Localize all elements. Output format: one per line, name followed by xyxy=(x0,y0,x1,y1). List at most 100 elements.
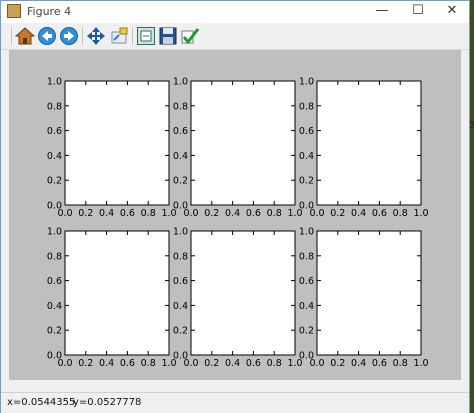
axes-panel-3 xyxy=(316,80,422,206)
zoom-button[interactable] xyxy=(109,26,129,46)
figure-window: Figure 4 — ☐ ✕ 0.0 0.2 0.4 0.6 0.8 1.0 0… xyxy=(0,0,470,413)
x-tick-label: 1.0 xyxy=(413,358,428,369)
y-tick-label: 0.8 xyxy=(173,251,188,262)
y-tick-label: 0.8 xyxy=(299,101,314,112)
y-tick-label: 0.8 xyxy=(47,251,62,262)
home-button[interactable] xyxy=(14,26,36,46)
y-tick-label: 1.0 xyxy=(173,227,188,238)
y-tick-label: 0.6 xyxy=(299,276,314,287)
y-tick-label: 0.4 xyxy=(299,151,314,162)
y-tick-label: 0.2 xyxy=(173,176,188,187)
y-tick-label: 0.6 xyxy=(299,126,314,137)
save-button[interactable] xyxy=(158,26,178,46)
minimize-button[interactable]: — xyxy=(365,1,399,23)
maximize-button[interactable]: ☐ xyxy=(401,1,435,23)
y-tick-label: 1.0 xyxy=(299,77,314,88)
status-bar: x=0.0544355 y=0.0527778 xyxy=(1,392,469,413)
zoom-rect-icon xyxy=(111,27,128,44)
x-tick-label: 0.2 xyxy=(204,358,219,369)
x-tick-label: 0.4 xyxy=(351,358,366,369)
x-tick-label: 1.0 xyxy=(413,208,428,219)
background-window-edge-text: 3 xyxy=(469,120,474,131)
cursor-x-readout: x=0.0544355 xyxy=(7,397,76,408)
y-tick-label: 0.6 xyxy=(47,126,62,137)
x-tick-label: 0.4 xyxy=(99,358,114,369)
toolbar-grip xyxy=(11,27,12,45)
y-tick-label: 0.0 xyxy=(299,201,314,212)
x-tick-label: 0.2 xyxy=(78,358,93,369)
y-tick-label: 1.0 xyxy=(47,227,62,238)
y-tick-label: 0.2 xyxy=(299,326,314,337)
x-tick-label: 0.2 xyxy=(330,358,345,369)
x-tick-label: 0.2 xyxy=(78,208,93,219)
y-tick-label: 0.0 xyxy=(173,201,188,212)
figure-canvas[interactable]: 0.0 0.2 0.4 0.6 0.8 1.0 0.0 0.2 0.4 0.6 0.8 1.0 0.0 0… xyxy=(9,50,461,380)
x-tick-label: 0.6 xyxy=(120,208,135,219)
x-tick-label: 0.6 xyxy=(372,208,387,219)
floppy-disk-icon xyxy=(159,27,177,45)
x-tick-label: 0.2 xyxy=(204,208,219,219)
title-bar[interactable]: Figure 4 — ☐ ✕ xyxy=(1,1,469,23)
y-tick-label: 0.8 xyxy=(47,101,62,112)
y-tick-label: 1.0 xyxy=(299,227,314,238)
y-tick-label: 0.2 xyxy=(47,326,62,337)
y-tick-label: 0.6 xyxy=(173,126,188,137)
cursor-y-readout: y=0.0527778 xyxy=(73,397,142,408)
x-tick-label: 0.8 xyxy=(393,208,408,219)
axes-panel-1 xyxy=(64,80,170,206)
forward-button[interactable] xyxy=(59,26,79,46)
x-tick-label: 0.8 xyxy=(141,358,156,369)
close-button[interactable]: ✕ xyxy=(435,1,469,23)
x-tick-label: 0.4 xyxy=(225,358,240,369)
x-tick-label: 0.6 xyxy=(246,208,261,219)
y-tick-label: 0.4 xyxy=(47,301,62,312)
y-tick-label: 0.0 xyxy=(173,351,188,362)
x-tick-label: 0.8 xyxy=(393,358,408,369)
configure-subplots-button[interactable] xyxy=(136,26,156,46)
x-tick-label: 0.6 xyxy=(120,358,135,369)
y-tick-label: 0.4 xyxy=(47,151,62,162)
y-tick-label: 0.4 xyxy=(173,301,188,312)
y-tick-label: 0.0 xyxy=(47,351,62,362)
y-tick-label: 0.0 xyxy=(47,201,62,212)
y-tick-label: 0.2 xyxy=(299,176,314,187)
y-tick-label: 0.6 xyxy=(47,276,62,287)
y-tick-label: 1.0 xyxy=(47,77,62,88)
navigation-toolbar xyxy=(1,23,469,50)
move-arrows-icon xyxy=(87,27,105,45)
edit-axis-button[interactable] xyxy=(180,26,200,46)
arrow-right-icon xyxy=(60,27,78,45)
y-tick-label: 0.2 xyxy=(47,176,62,187)
axes-panel-5 xyxy=(190,230,296,356)
home-icon xyxy=(14,27,36,45)
y-tick-label: 0.2 xyxy=(173,326,188,337)
checkmark-icon xyxy=(181,28,200,45)
x-tick-label: 0.2 xyxy=(330,208,345,219)
window-title: Figure 4 xyxy=(27,5,72,18)
y-tick-label: 0.8 xyxy=(299,251,314,262)
x-tick-label: 0.8 xyxy=(267,208,282,219)
x-tick-label: 0.4 xyxy=(351,208,366,219)
x-tick-label: 0.8 xyxy=(267,358,282,369)
y-tick-label: 1.0 xyxy=(173,77,188,88)
back-button[interactable] xyxy=(37,26,57,46)
toolbar-separator xyxy=(82,27,83,45)
figure-svg: 0.0 0.2 0.4 0.6 0.8 1.0 0.0 0.2 0.4 0.6 0.8 1.0 0.0 0… xyxy=(47,77,429,370)
x-tick-label: 0.8 xyxy=(141,208,156,219)
x-tick-label: 0.4 xyxy=(225,208,240,219)
x-tick-label: 0.4 xyxy=(99,208,114,219)
axes-panel-6 xyxy=(316,230,422,356)
y-tick-label: 0.4 xyxy=(299,301,314,312)
axes-panel-4 xyxy=(64,230,170,356)
y-tick-label: 0.4 xyxy=(173,151,188,162)
pan-button[interactable] xyxy=(86,26,106,46)
toolbar-separator xyxy=(132,27,133,45)
app-icon xyxy=(7,4,21,18)
arrow-left-icon xyxy=(38,27,56,45)
x-tick-label: 0.6 xyxy=(372,358,387,369)
x-tick-label: 0.6 xyxy=(246,358,261,369)
axes-panel-2 xyxy=(190,80,296,206)
y-tick-label: 0.8 xyxy=(173,101,188,112)
y-tick-label: 0.0 xyxy=(299,351,314,362)
subplots-icon xyxy=(137,27,155,45)
